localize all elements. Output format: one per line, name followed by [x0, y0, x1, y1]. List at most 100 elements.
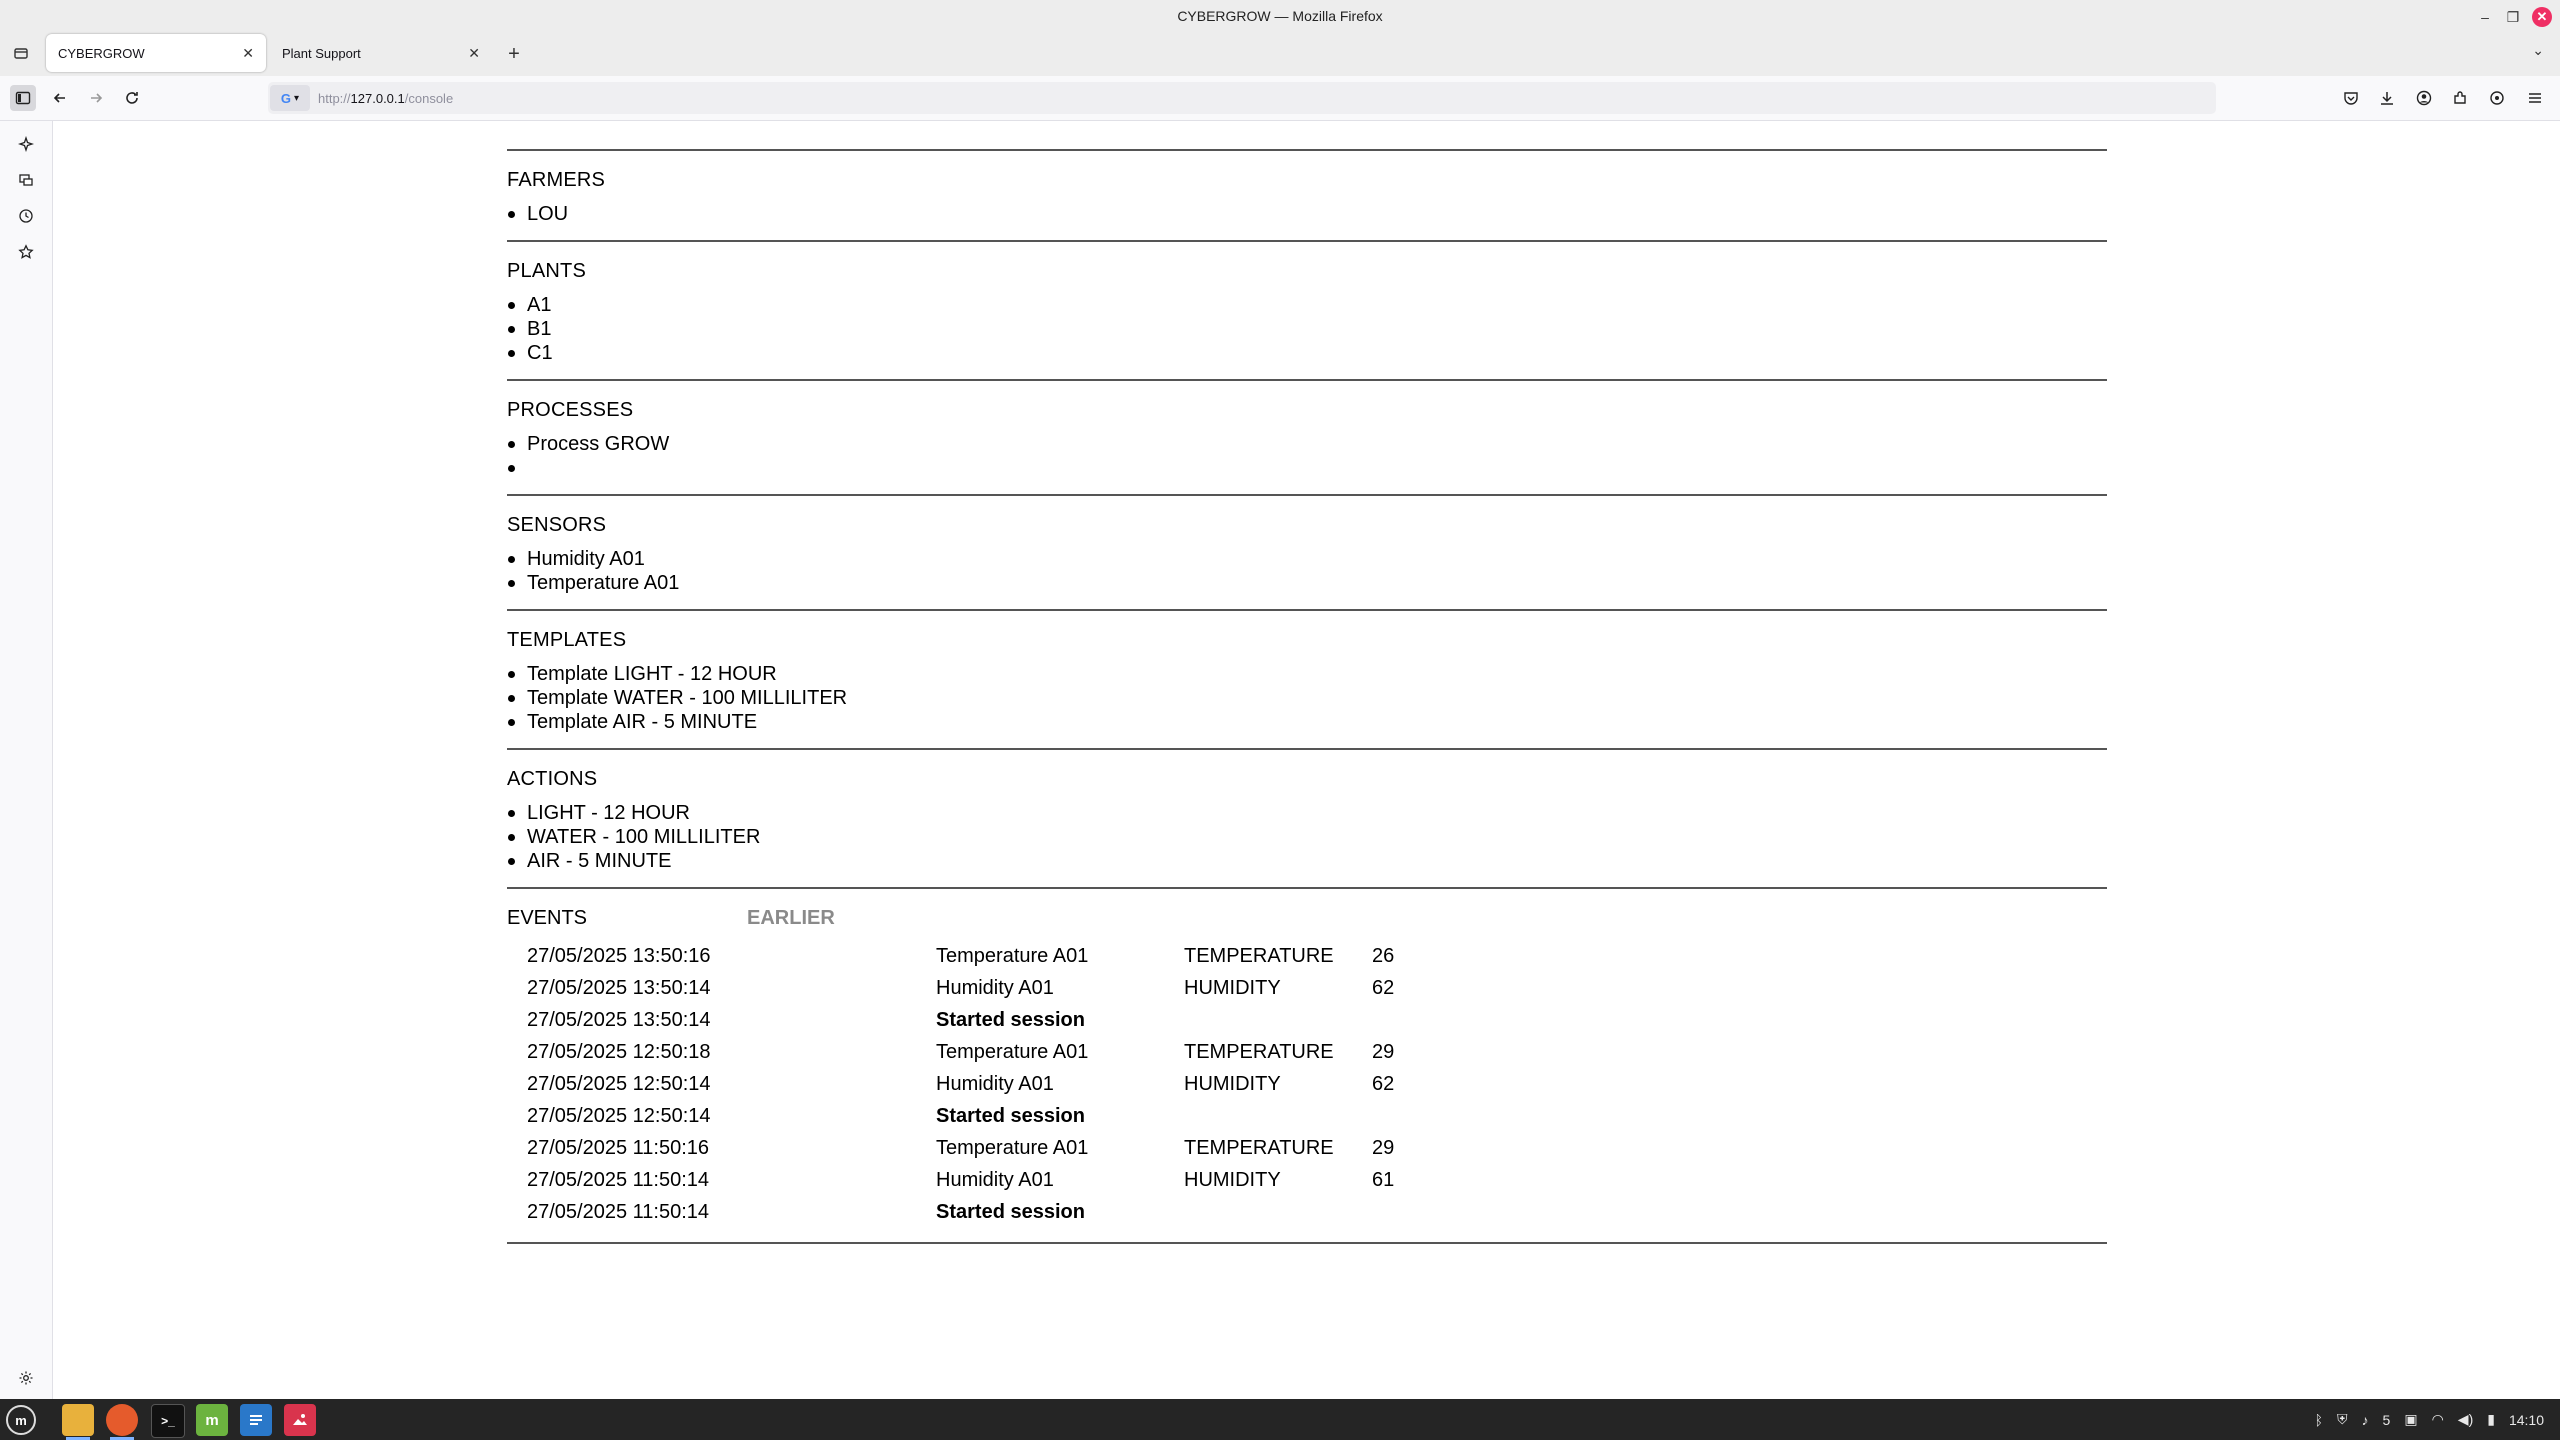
processes-heading: PROCESSES: [507, 399, 634, 421]
sidebar-toggle-icon[interactable]: [10, 85, 36, 111]
mintinstall-icon[interactable]: m: [196, 1404, 228, 1436]
plant-item: C1: [508, 341, 2107, 365]
event-metric: TEMPERATURE: [1184, 1136, 1334, 1159]
process-item: Process GROW: [508, 432, 2107, 456]
close-tab-icon[interactable]: ✕: [468, 45, 480, 62]
wifi-icon[interactable]: ◠: [2432, 1411, 2444, 1428]
event-value: 29: [1372, 1040, 1395, 1063]
tab-cybergrow[interactable]: CYBERGROW ✕: [46, 34, 266, 72]
menu-icon[interactable]: [2522, 85, 2548, 111]
url-path: /console: [404, 90, 454, 106]
event-timestamp: 27/05/2025 13:50:14: [527, 976, 711, 999]
events-header: EVENTS EARLIER: [507, 907, 2107, 930]
plants-heading: PLANTS: [507, 260, 587, 282]
event-value: 29: [1372, 1136, 1395, 1159]
event-metric: HUMIDITY: [1184, 976, 1281, 999]
sidebar-settings-gear-icon[interactable]: [13, 1365, 39, 1391]
event-timestamp: 27/05/2025 13:50:14: [527, 1008, 711, 1031]
event-source: Started session: [936, 1008, 1085, 1031]
address-bar[interactable]: G ▾ http://127.0.0.1/console: [268, 82, 2216, 114]
mint-menu-icon[interactable]: m: [6, 1405, 36, 1435]
minimize-window-button[interactable]: –: [2472, 4, 2498, 30]
event-source: Humidity A01: [936, 1168, 1054, 1191]
synced-tabs-icon[interactable]: [13, 167, 39, 193]
event-row: 27/05/2025 12:50:18 Temperature A01 TEMPER…: [527, 1036, 1432, 1068]
volume-icon[interactable]: ◀): [2458, 1411, 2473, 1428]
plants-section: PLANTS A1 B1 C1: [507, 240, 2107, 379]
sensors-heading: SENSORS: [507, 514, 607, 536]
url-text[interactable]: http://127.0.0.1/console: [318, 91, 453, 106]
downloads-icon[interactable]: [2374, 85, 2400, 111]
search-engine-button[interactable]: G ▾: [270, 85, 310, 111]
tab-label: CYBERGROW: [58, 45, 145, 61]
close-tab-icon[interactable]: ✕: [242, 45, 254, 62]
templates-list: Template LIGHT - 12 HOUR Template WATER …: [507, 662, 2107, 734]
history-icon[interactable]: [13, 203, 39, 229]
event-row-session: 27/05/2025 12:50:14 Started session: [527, 1100, 1432, 1132]
chevron-down-icon: ▾: [294, 92, 300, 104]
plant-item: B1: [508, 317, 2107, 341]
template-item: Template WATER - 100 MILLILITER: [508, 686, 2107, 710]
event-row: 27/05/2025 13:50:16 Temperature A01 TEMPER…: [527, 940, 1432, 972]
event-timestamp: 27/05/2025 11:50:14: [527, 1168, 710, 1191]
actions-heading: ACTIONS: [507, 768, 598, 790]
firefox-icon[interactable]: [106, 1404, 138, 1440]
forward-arrow-icon[interactable]: [83, 85, 109, 111]
event-row: 27/05/2025 11:50:14 Humidity A01 HUMIDITY 6…: [527, 1164, 1432, 1196]
tab-plant-support[interactable]: Plant Support ✕: [270, 34, 492, 72]
firefox-view-icon[interactable]: [10, 42, 32, 64]
page-content: FARMERS LOU PLANTS A1 B1 C1 PROCESSES Pr…: [53, 121, 2560, 1399]
farmer-item: LOU: [508, 202, 2107, 226]
extensions-icon[interactable]: [2447, 85, 2473, 111]
power-icon[interactable]: ▮: [2487, 1411, 2495, 1428]
event-timestamp: 27/05/2025 12:50:14: [527, 1072, 711, 1095]
plant-item: A1: [508, 293, 2107, 317]
back-arrow-icon[interactable]: [47, 85, 73, 111]
event-metric: TEMPERATURE: [1184, 944, 1334, 967]
close-window-button[interactable]: ✕: [2532, 7, 2552, 27]
action-item: LIGHT - 12 HOUR: [508, 801, 2107, 825]
event-value: [1372, 1196, 1432, 1228]
plants-list: A1 B1 C1: [507, 293, 2107, 365]
bluetooth-icon[interactable]: ᛒ: [2315, 1412, 2323, 1428]
restore-window-button[interactable]: ❐: [2500, 4, 2526, 30]
event-metric: HUMIDITY: [1184, 1072, 1281, 1095]
actions-section: ACTIONS LIGHT - 12 HOUR WATER - 100 MILL…: [507, 748, 2107, 887]
event-row: 27/05/2025 12:50:14 Humidity A01 HUMIDITY 6…: [527, 1068, 1432, 1100]
event-timestamp: 27/05/2025 12:50:18: [527, 1040, 711, 1063]
text-editor-icon[interactable]: [240, 1404, 272, 1436]
event-row-session: 27/05/2025 11:50:14 Started session: [527, 1196, 1432, 1228]
console-page: FARMERS LOU PLANTS A1 B1 C1 PROCESSES Pr…: [507, 149, 2107, 1245]
event-source: Humidity A01: [936, 976, 1054, 999]
account-icon[interactable]: [2411, 85, 2437, 111]
events-heading: EVENTS: [507, 907, 588, 929]
pocket-icon[interactable]: [2338, 85, 2364, 111]
reload-icon[interactable]: [119, 85, 145, 111]
template-item: Template AIR - 5 MINUTE: [508, 710, 2107, 734]
sensor-item: Humidity A01: [508, 547, 2107, 571]
privacy-icon[interactable]: [2484, 85, 2510, 111]
update-shield-icon[interactable]: ⛨: [2337, 1411, 2348, 1428]
notifications-icon[interactable]: ♪: [2362, 1412, 2369, 1428]
battery-count: 5: [2382, 1411, 2391, 1428]
event-timestamp: 27/05/2025 13:50:16: [527, 944, 711, 967]
list-all-tabs-icon[interactable]: ⌄: [2532, 42, 2544, 59]
earlier-link[interactable]: EARLIER: [747, 907, 835, 930]
farmers-section: FARMERS LOU: [507, 149, 2107, 240]
event-timestamp: 27/05/2025 11:50:14: [527, 1200, 710, 1223]
bookmarks-star-icon[interactable]: [13, 239, 39, 265]
display-icon[interactable]: ▣: [2404, 1411, 2417, 1428]
event-row-session: 27/05/2025 13:50:14 Started session: [527, 1004, 1432, 1036]
clock[interactable]: 14:10: [2509, 1412, 2544, 1428]
files-folder-icon[interactable]: [62, 1404, 94, 1440]
event-timestamp: 27/05/2025 11:50:16: [527, 1136, 710, 1159]
event-row: 27/05/2025 13:50:14 Humidity A01 HUMIDITY 6…: [527, 972, 1432, 1004]
new-tab-button[interactable]: +: [502, 42, 526, 66]
action-item: WATER - 100 MILLILITER: [508, 825, 2107, 849]
image-viewer-icon[interactable]: [284, 1404, 316, 1436]
ai-chatbot-icon[interactable]: [13, 131, 39, 157]
processes-list: Process GROW: [507, 432, 2107, 480]
url-host: 127.0.0.1: [350, 90, 405, 106]
templates-heading: TEMPLATES: [507, 629, 627, 651]
terminal-icon[interactable]: >_: [151, 1404, 185, 1438]
